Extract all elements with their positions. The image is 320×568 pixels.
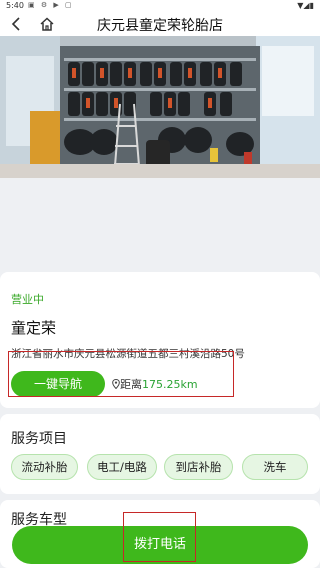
service-chip[interactable]: 电工/电路 xyxy=(87,454,157,480)
status-bar: 5:40 ▣ ⚙ ▶ ▢ ▼◢▮ xyxy=(0,0,320,12)
tire-shop-photo-illustration xyxy=(0,36,320,178)
page-title: 庆元县童定荣轮胎店 xyxy=(97,18,223,34)
services-card: 服务项目 流动补胎 电工/电路 到店补胎 洗车 xyxy=(0,414,320,494)
status-icons: ▣ ⚙ ▶ ▢ xyxy=(28,1,74,9)
services-title: 服务项目 xyxy=(11,431,67,447)
top-nav-bar: 庆元县童定荣轮胎店 xyxy=(0,12,320,36)
shop-owner-name: 童定荣 xyxy=(11,319,57,337)
open-status-badge: 营业中 xyxy=(11,293,44,306)
service-chip[interactable]: 到店补胎 xyxy=(164,454,233,480)
highlight-box-call xyxy=(123,512,196,562)
service-chip[interactable]: 洗车 xyxy=(242,454,308,480)
highlight-box-navigate xyxy=(8,351,234,397)
status-time: 5:40 xyxy=(6,1,24,10)
shop-photo xyxy=(0,36,320,178)
battery-wifi-icons: ▼◢▮ xyxy=(297,1,314,10)
service-chip[interactable]: 流动补胎 xyxy=(11,454,78,480)
